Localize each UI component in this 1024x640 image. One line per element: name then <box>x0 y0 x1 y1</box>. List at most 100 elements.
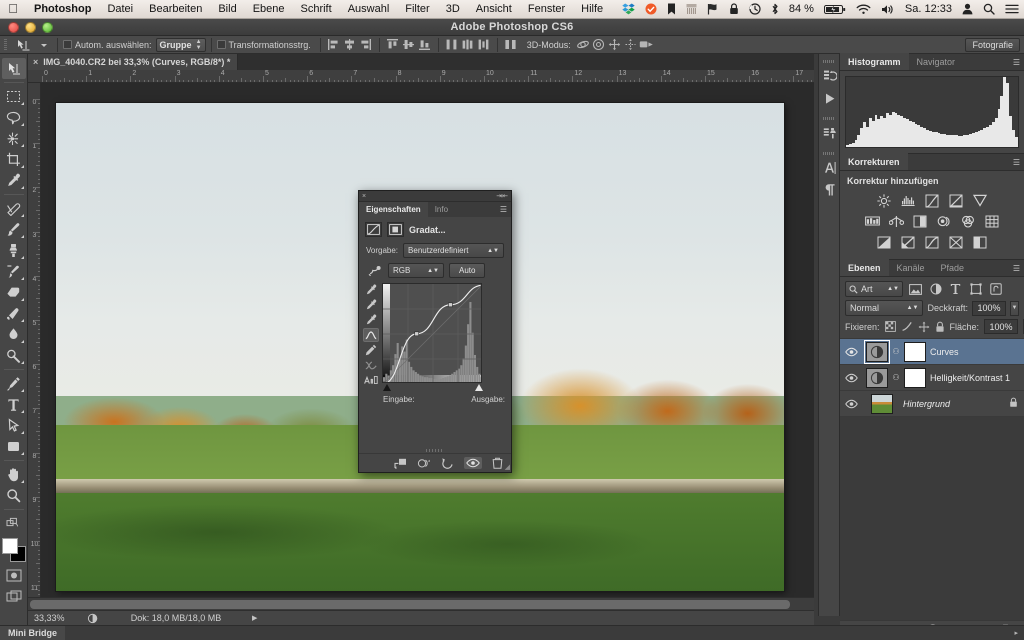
panel-menu-icon[interactable]: ☰ <box>1013 58 1020 67</box>
roll-3d-icon[interactable] <box>591 37 607 53</box>
align-right-edges-icon[interactable] <box>358 37 374 53</box>
workspace-switcher-button[interactable]: Fotografie <box>965 38 1020 52</box>
panel-menu-icon[interactable]: ☰ <box>1013 158 1020 167</box>
tab-kanaele[interactable]: Kanäle <box>889 259 933 276</box>
tool-pen[interactable] <box>2 373 26 394</box>
tool-crop[interactable] <box>2 149 26 170</box>
rail-grip[interactable] <box>819 115 839 122</box>
tool-brush[interactable] <box>2 219 26 240</box>
preset-dropdown[interactable]: Benutzerdefiniert ▲▼ <box>403 243 504 258</box>
invert-icon[interactable] <box>876 235 893 250</box>
toggle-layer-visibility-icon[interactable] <box>464 457 482 469</box>
lock-all-icon[interactable] <box>935 319 945 334</box>
filter-smart-object-icon[interactable] <box>988 282 1003 297</box>
black-point-eyedropper-icon[interactable] <box>363 283 379 297</box>
smooth-curve-icon[interactable] <box>363 358 379 372</box>
black-white-icon[interactable] <box>912 214 929 229</box>
tool-rectangular-marquee[interactable] <box>2 86 26 107</box>
levels-icon[interactable] <box>900 193 917 208</box>
tool-dodge[interactable] <box>2 345 26 366</box>
curves-icon[interactable] <box>924 193 941 208</box>
selective-color-icon[interactable] <box>972 235 989 250</box>
slide-3d-icon[interactable] <box>623 37 639 53</box>
menu-item-schrift[interactable]: Schrift <box>293 0 340 19</box>
tab-eigenschaften[interactable]: Eigenschaften <box>359 202 428 217</box>
document-tab[interactable]: × IMG_4040.CR2 bei 33,3% (Curves, RGB/8*… <box>28 54 239 70</box>
menu-item-auswahl[interactable]: Auswahl <box>340 0 398 19</box>
layer-mask-icon[interactable] <box>387 222 404 237</box>
view-previous-state-icon[interactable] <box>417 458 431 469</box>
color-lookup-icon[interactable] <box>984 214 1001 229</box>
distribute-bottom-icon[interactable] <box>476 37 492 53</box>
wifi-icon[interactable] <box>851 4 876 15</box>
tool-clone-stamp[interactable] <box>2 240 26 261</box>
lock-transparent-pixels-icon[interactable] <box>884 319 896 334</box>
tab-ebenen[interactable]: Ebenen <box>840 259 889 276</box>
tool-hand[interactable] <box>2 464 26 485</box>
filter-pixel-icon[interactable] <box>908 282 923 297</box>
align-bottom-edges-icon[interactable] <box>417 37 433 53</box>
timemachine-icon[interactable] <box>744 3 766 15</box>
tab-pfade[interactable]: Pfade <box>933 259 973 276</box>
tool-path-selection[interactable] <box>2 415 26 436</box>
panel-menu-icon[interactable]: ☰ <box>500 205 507 214</box>
tab-navigator[interactable]: Navigator <box>909 53 964 70</box>
white-point-slider[interactable] <box>474 384 483 391</box>
foreground-color-swatch[interactable] <box>1 538 18 554</box>
tool-gradient[interactable] <box>2 303 26 324</box>
layer-visibility-toggle[interactable] <box>840 373 862 383</box>
brightness-contrast-icon[interactable] <box>876 193 893 208</box>
align-vertical-centers-icon[interactable] <box>401 37 417 53</box>
layer-visibility-toggle[interactable] <box>840 399 862 409</box>
blend-mode-dropdown[interactable]: Normal ▲▼ <box>845 300 924 316</box>
layer-visibility-toggle[interactable] <box>840 347 862 357</box>
curves-control-point[interactable] <box>414 331 420 337</box>
photo-filter-icon[interactable] <box>936 214 953 229</box>
mini-bridge-expand-arrow[interactable]: ▸ <box>1014 629 1024 637</box>
gray-point-eyedropper-icon[interactable] <box>363 298 379 312</box>
delete-adjustment-icon[interactable] <box>492 457 503 469</box>
vibrance-icon[interactable] <box>972 193 989 208</box>
quick-mask-mode-button[interactable] <box>2 565 26 586</box>
evernote-icon[interactable] <box>640 3 662 15</box>
close-icon[interactable]: × <box>33 57 38 67</box>
tool-blur[interactable] <box>2 324 26 345</box>
auto-select-scope-dropdown[interactable]: Gruppe ▲ ▼ <box>155 37 206 52</box>
bluetooth-icon[interactable] <box>766 3 784 15</box>
threshold-icon[interactable] <box>924 235 941 250</box>
draw-curve-pencil-icon[interactable] <box>363 343 379 357</box>
lock-position-icon[interactable] <box>918 319 930 334</box>
color-balance-icon[interactable] <box>888 214 905 229</box>
bookmark-icon[interactable] <box>662 3 681 15</box>
character-panel-icon[interactable] <box>819 157 841 179</box>
layer-mask-thumbnail[interactable] <box>904 367 926 388</box>
layer-mask-link-icon[interactable]: ⚇ <box>892 373 900 382</box>
spotlight-search-icon[interactable] <box>978 3 1000 15</box>
tab-korrekturen[interactable]: Korrekturen <box>840 153 908 170</box>
status-bar-menu-arrow[interactable]: ▶ <box>252 614 257 622</box>
channel-mixer-icon[interactable] <box>960 214 977 229</box>
distribute-top-icon[interactable] <box>444 37 460 53</box>
tool-move[interactable] <box>1 58 26 79</box>
layer-filter-type-dropdown[interactable]: Art ▲▼ <box>845 281 903 297</box>
curves-resize-grip[interactable] <box>426 449 444 452</box>
layer-comps-icon[interactable] <box>819 122 841 144</box>
fill-value[interactable]: 100% <box>984 319 1019 334</box>
tool-rectangle-shape[interactable] <box>2 436 26 457</box>
close-icon[interactable]: × <box>362 193 366 200</box>
layer-row-hintergrund[interactable]: Hintergrund <box>840 391 1024 417</box>
posterize-icon[interactable] <box>900 235 917 250</box>
curves-plot[interactable] <box>383 284 482 383</box>
shredder-icon[interactable] <box>681 3 702 15</box>
horizontal-ruler[interactable]: 0 1 2 3 4 5 6 7 8 9 10 11 12 13 14 15 16 17 <box>28 70 814 83</box>
menu-clock[interactable]: Sa. 12:33 <box>900 0 957 19</box>
curves-graph[interactable] <box>382 283 482 383</box>
tool-spot-healing-brush[interactable] <box>2 198 26 219</box>
tool-preset-chevron-icon[interactable] <box>36 37 52 53</box>
orbit-3d-icon[interactable] <box>575 37 591 53</box>
filter-type-icon[interactable] <box>948 282 963 297</box>
tool-zoom[interactable] <box>2 485 26 506</box>
rail-grip[interactable] <box>819 150 839 157</box>
history-panel-icon[interactable] <box>819 65 841 87</box>
show-clipping-icon[interactable] <box>363 373 379 387</box>
